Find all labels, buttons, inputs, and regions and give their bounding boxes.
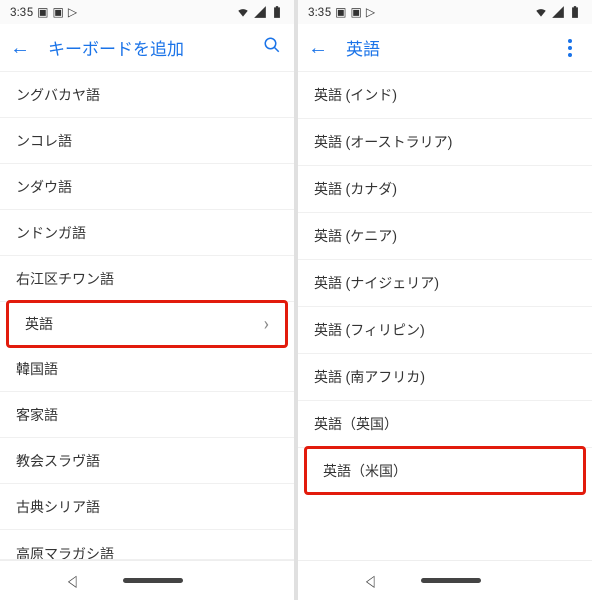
signal-icon xyxy=(253,5,267,19)
list-item[interactable]: ンドンガ語 xyxy=(0,210,294,256)
list-item[interactable]: ンコレ語 xyxy=(0,118,294,164)
nav-bar: ◁ xyxy=(0,560,294,600)
list-item[interactable]: 英語 (オーストラリア) xyxy=(298,119,592,166)
signal-icon xyxy=(551,5,565,19)
list-item[interactable]: ングバカヤ語 xyxy=(0,72,294,118)
status-bar: 3:35 ▣ ▣ ▷ xyxy=(298,0,592,24)
list-item-label: 英語 (ケニア) xyxy=(314,226,397,246)
battery-icon xyxy=(568,5,582,19)
wifi-icon xyxy=(236,5,250,19)
list-item-label: ンドンガ語 xyxy=(16,223,86,243)
list-item-label: 客家語 xyxy=(16,405,58,425)
list-item[interactable]: 古典シリア語 xyxy=(0,484,294,530)
list-item[interactable]: 英語（英国） xyxy=(298,401,592,448)
list-item-label: 英語（英国） xyxy=(314,414,398,434)
list-item-label: 教会スラヴ語 xyxy=(16,451,100,471)
page-title: キーボードを追加 xyxy=(48,35,242,60)
search-icon[interactable] xyxy=(260,36,284,59)
list-item-label: 古典シリア語 xyxy=(16,497,100,517)
wifi-icon xyxy=(534,5,548,19)
list-content: 英語 (インド) 英語 (オーストラリア) 英語 (カナダ) 英語 (ケニア) 英語 (… xyxy=(298,72,592,560)
list-item[interactable]: 右江区チワン語 xyxy=(0,256,294,302)
list-item[interactable]: 教会スラヴ語 xyxy=(0,438,294,484)
app-bar: ← 英語 xyxy=(298,24,592,72)
list-item[interactable]: 英語 (フィリピン) xyxy=(298,307,592,354)
list-item-label: 英語 (南アフリカ) xyxy=(314,367,425,387)
more-icon[interactable] xyxy=(558,39,582,57)
list-item-label: 英語 (ナイジェリア) xyxy=(314,273,439,293)
phone-right: 3:35 ▣ ▣ ▷ ← 英語 英語 (インド)英語 (オーストラリア)英語 (… xyxy=(298,0,592,600)
list-content: ングバカヤ語ンコレ語ンダウ語ンドンガ語右江区チワン語英語 › 韓国語客家語教会スラヴ… xyxy=(0,72,294,560)
list-item-label: 英語（米国） xyxy=(323,461,407,481)
list-item-label: 英語 xyxy=(25,314,53,334)
play-icon: ▷ xyxy=(68,5,77,19)
list-item[interactable]: 英語 (ナイジェリア) xyxy=(298,260,592,307)
list-item[interactable]: 英語 (南アフリカ) xyxy=(298,354,592,401)
image-icon: ▣ xyxy=(37,5,48,19)
app-bar: ← キーボードを追加 xyxy=(0,24,294,72)
nav-home-pill[interactable] xyxy=(123,578,183,583)
list-item[interactable]: 高原マラガシ語 xyxy=(0,530,294,560)
page-title: 英語 xyxy=(346,35,540,60)
nav-back-icon[interactable]: ◁ xyxy=(68,571,77,590)
list-item-label: ングバカヤ語 xyxy=(16,85,100,105)
back-icon[interactable]: ← xyxy=(10,35,30,60)
list-item[interactable]: 韓国語 xyxy=(0,346,294,392)
list-item[interactable]: 英語 (カナダ) xyxy=(298,166,592,213)
list-item-label: ンダウ語 xyxy=(16,177,72,197)
status-time: 3:35 xyxy=(308,5,331,19)
list-item-label: 英語 (インド) xyxy=(314,85,397,105)
image-icon: ▣ xyxy=(52,5,63,19)
back-icon[interactable]: ← xyxy=(308,35,328,60)
list-item-label: 英語 (カナダ) xyxy=(314,179,397,199)
list-item-label: 韓国語 xyxy=(16,359,58,379)
list-item-label: 右江区チワン語 xyxy=(16,269,114,289)
play-icon: ▷ xyxy=(366,5,375,19)
image-icon: ▣ xyxy=(335,5,346,19)
list-item[interactable]: 英語 (ケニア) xyxy=(298,213,592,260)
list-item-label: ンコレ語 xyxy=(16,131,72,151)
list-item[interactable]: 英語 › xyxy=(6,300,288,348)
list-item[interactable]: 客家語 xyxy=(0,392,294,438)
nav-bar: ◁ xyxy=(298,560,592,600)
phone-left: 3:35 ▣ ▣ ▷ ← キーボードを追加 ングバカヤ語ンコレ語ンダウ語ンドンガ… xyxy=(0,0,294,600)
list-item[interactable]: 英語（米国） xyxy=(304,446,586,495)
battery-icon xyxy=(270,5,284,19)
status-bar: 3:35 ▣ ▣ ▷ xyxy=(0,0,294,24)
status-time: 3:35 xyxy=(10,5,33,19)
image-icon: ▣ xyxy=(350,5,361,19)
list-item-label: 英語 (フィリピン) xyxy=(314,320,425,340)
chevron-right-icon: › xyxy=(264,314,269,335)
list-item[interactable]: ンダウ語 xyxy=(0,164,294,210)
list-item-label: 英語 (オーストラリア) xyxy=(314,132,452,152)
list-item[interactable]: 英語 (インド) xyxy=(298,72,592,119)
nav-back-icon[interactable]: ◁ xyxy=(366,571,375,590)
list-item-label: 高原マラガシ語 xyxy=(16,544,114,560)
nav-home-pill[interactable] xyxy=(421,578,481,583)
